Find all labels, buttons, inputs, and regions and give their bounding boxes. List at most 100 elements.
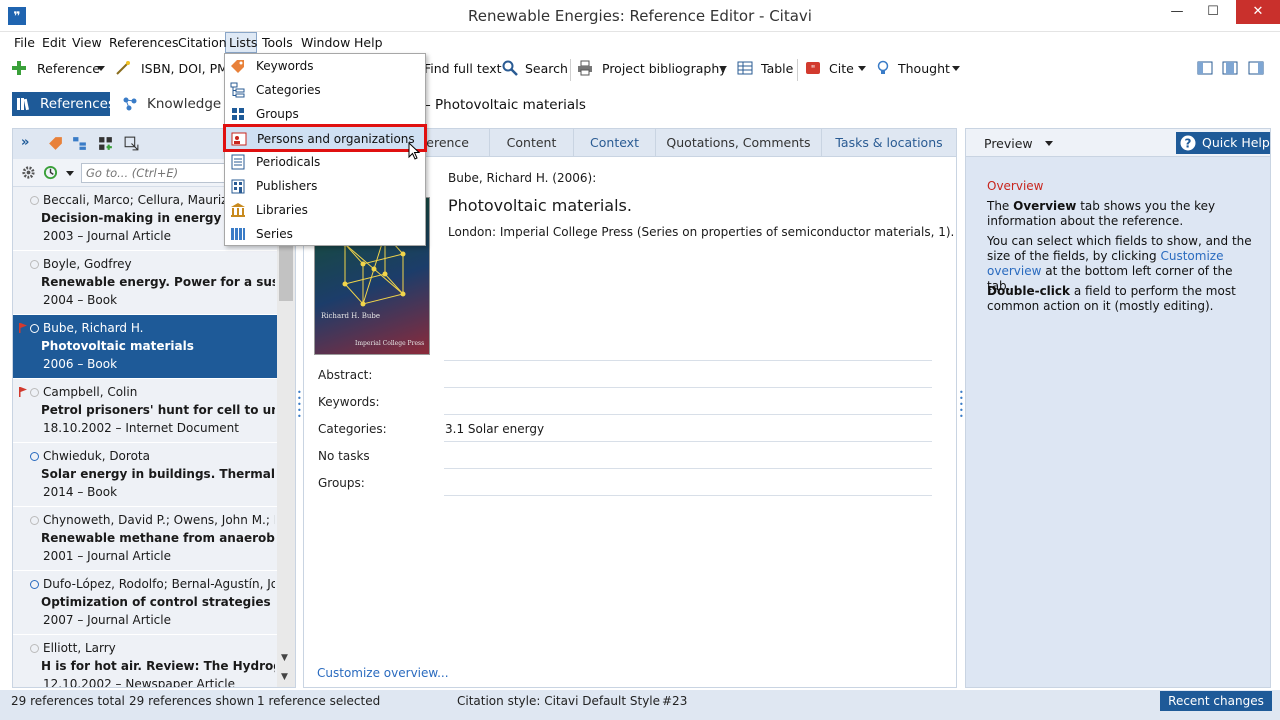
current-reference-title: – Photovoltaic materials bbox=[424, 97, 586, 113]
menu-window[interactable]: Window bbox=[301, 35, 350, 50]
field-divider bbox=[444, 495, 932, 496]
layout-right-panel-icon[interactable] bbox=[1248, 60, 1264, 76]
menu-item-publishers[interactable]: Publishers bbox=[225, 174, 425, 198]
menu-references[interactable]: References bbox=[109, 35, 178, 50]
menu-tools[interactable]: Tools bbox=[262, 35, 293, 50]
series-books-icon bbox=[231, 228, 245, 240]
table-button[interactable]: Table bbox=[761, 61, 793, 76]
cover-author: Richard H. Bube bbox=[321, 312, 380, 320]
menu-item-groups[interactable]: Groups bbox=[225, 102, 425, 126]
status-circle-icon[interactable] bbox=[30, 388, 39, 397]
menu-item-label: Series bbox=[256, 227, 293, 241]
tab-tasks-locations[interactable]: Tasks & locations bbox=[822, 129, 956, 157]
status-circle-icon[interactable] bbox=[30, 324, 39, 333]
preview-dropdown[interactable]: Preview bbox=[984, 136, 1033, 151]
menu-item-label: Periodicals bbox=[256, 155, 321, 169]
menu-item-series[interactable]: Series bbox=[225, 222, 425, 246]
new-reference-button[interactable]: Reference bbox=[37, 61, 100, 76]
reference-list-item[interactable]: Dufo-López, Rodolfo; Bernal-Agustín, Jos… bbox=[13, 571, 277, 635]
overview-title[interactable]: Photovoltaic materials. bbox=[448, 196, 632, 215]
reference-meta: 18.10.2002 – Internet Document bbox=[43, 421, 239, 435]
status-selected: 1 reference selected bbox=[257, 694, 381, 708]
menu-view[interactable]: View bbox=[72, 35, 102, 50]
tab-content[interactable]: Content bbox=[490, 129, 574, 157]
reference-meta: 2001 – Journal Article bbox=[43, 549, 171, 563]
reference-list-item[interactable]: Elliott, Larry H is for hot air. Review: … bbox=[13, 635, 277, 687]
menu-item-periodicals[interactable]: Periodicals bbox=[225, 150, 425, 174]
citation-line[interactable]: Bube, Richard H. (2006): bbox=[448, 171, 596, 185]
scroll-end-arrow-icon[interactable]: ▼ bbox=[281, 672, 288, 682]
preview-caret-icon[interactable] bbox=[1045, 141, 1053, 146]
field-label-categories: Categories: bbox=[318, 422, 387, 436]
status-circle-icon[interactable] bbox=[30, 516, 39, 525]
menu-citation[interactable]: Citation bbox=[178, 35, 227, 50]
red-flag-icon[interactable] bbox=[19, 323, 27, 333]
recent-changes-button[interactable]: Recent changes bbox=[1160, 691, 1272, 711]
layout-center-panel-icon[interactable] bbox=[1222, 60, 1238, 76]
status-circle-icon[interactable] bbox=[30, 644, 39, 653]
right-splitter-handle[interactable]: • • • • • bbox=[959, 389, 964, 430]
svg-text:?: ? bbox=[1185, 137, 1192, 151]
reference-list-item[interactable]: Chynoweth, David P.; Owens, John M.; Leg… bbox=[13, 507, 277, 571]
reference-meta: 2004 – Book bbox=[43, 293, 118, 307]
help-text: The bbox=[987, 199, 1014, 213]
reference-author: Chwieduk, Dorota bbox=[43, 449, 150, 463]
reference-title: Optimization of control strategies for s… bbox=[41, 595, 275, 609]
reference-dropdown-caret-icon[interactable] bbox=[97, 66, 105, 71]
minimize-button[interactable]: — bbox=[1160, 0, 1194, 24]
left-splitter-handle[interactable]: • • • • • bbox=[297, 389, 302, 430]
close-button[interactable]: ✕ bbox=[1236, 0, 1280, 24]
field-divider bbox=[444, 414, 932, 415]
printer-icon bbox=[578, 60, 592, 76]
status-circle-icon[interactable] bbox=[30, 580, 39, 589]
status-circle-icon[interactable] bbox=[30, 452, 39, 461]
reference-list-item[interactable]: Campbell, Colin Petrol prisoners' hunt fo… bbox=[13, 379, 277, 443]
menu-item-libraries[interactable]: Libraries bbox=[225, 198, 425, 222]
status-shown: 29 references shown bbox=[129, 694, 255, 708]
thought-dropdown-caret-icon[interactable] bbox=[952, 66, 960, 71]
mouse-cursor-icon bbox=[408, 142, 421, 160]
find-full-text-button[interactable]: Find full text bbox=[424, 61, 502, 76]
thought-button[interactable]: Thought bbox=[898, 61, 950, 76]
scroll-down-arrow-icon[interactable]: ▼ bbox=[281, 653, 288, 663]
search-button[interactable]: Search bbox=[525, 61, 568, 76]
reference-author: Boyle, Godfrey bbox=[43, 257, 132, 271]
bibliography-dropdown-caret-icon[interactable] bbox=[719, 66, 727, 71]
menu-item-keywords[interactable]: Keywords bbox=[225, 54, 425, 78]
status-citation-style[interactable]: Citation style: Citavi Default Style bbox=[457, 694, 660, 708]
cite-dropdown-caret-icon[interactable] bbox=[858, 66, 866, 71]
mode-row: References Knowledge – Photovoltaic mate… bbox=[0, 85, 1280, 125]
menu-edit[interactable]: Edit bbox=[42, 35, 66, 50]
reference-list-item[interactable]: Chwieduk, Dorota Solar energy in building… bbox=[13, 443, 277, 507]
project-bibliography-button[interactable]: Project bibliography bbox=[602, 61, 727, 76]
red-flag-icon[interactable] bbox=[19, 387, 27, 397]
quick-help-button[interactable]: ? Quick Help bbox=[1176, 132, 1270, 154]
maximize-button[interactable]: ☐ bbox=[1196, 0, 1230, 24]
reference-list-item[interactable]: Boyle, Godfrey Renewable energy. Power fo… bbox=[13, 251, 277, 315]
menu-lists[interactable]: Lists bbox=[229, 35, 257, 50]
reference-meta: 2006 – Book bbox=[43, 357, 118, 371]
preview-header: Preview ? Quick Help bbox=[966, 129, 1270, 157]
references-mode-button[interactable]: References bbox=[12, 92, 115, 116]
field-label-keywords: Keywords: bbox=[318, 395, 380, 409]
layout-left-panel-icon[interactable] bbox=[1197, 60, 1213, 76]
status-total: 29 references total bbox=[11, 694, 125, 708]
status-circle-icon[interactable] bbox=[30, 260, 39, 269]
field-value-categories[interactable]: 3.1 Solar energy bbox=[445, 422, 544, 436]
tab-context[interactable]: Context bbox=[574, 129, 656, 157]
knowledge-mode-button[interactable]: Knowledge bbox=[118, 92, 222, 116]
status-bar: 29 references total 29 references shown … bbox=[0, 690, 1280, 720]
menu-help[interactable]: Help bbox=[354, 35, 383, 50]
status-circle-icon[interactable] bbox=[30, 196, 39, 205]
tab-quotations-comments[interactable]: Quotations, Comments bbox=[656, 129, 822, 157]
references-mode-label: References bbox=[40, 96, 116, 112]
menu-file[interactable]: File bbox=[14, 35, 35, 50]
reference-list-item[interactable]: Bube, Richard H. Photovoltaic materials 20… bbox=[13, 315, 277, 379]
add-plus-icon[interactable] bbox=[11, 60, 27, 76]
customize-overview-link[interactable]: Customize overview... bbox=[317, 666, 449, 680]
menu-item-label: Publishers bbox=[256, 179, 318, 193]
overview-publisher[interactable]: London: Imperial College Press (Series o… bbox=[448, 225, 954, 239]
cite-button[interactable]: Cite bbox=[829, 61, 854, 76]
magic-wand-icon bbox=[116, 61, 130, 75]
menu-item-categories[interactable]: Categories bbox=[225, 78, 425, 102]
